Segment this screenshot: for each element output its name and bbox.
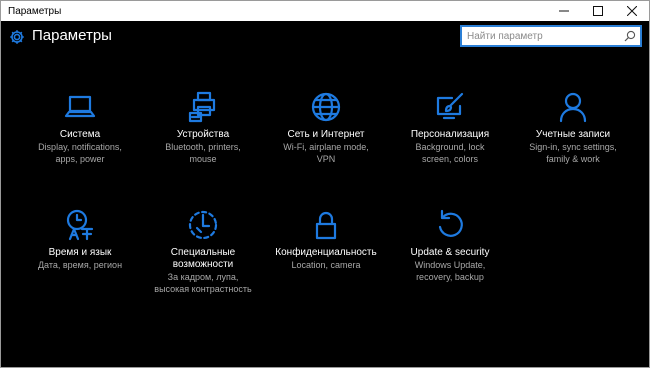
tile-label: возможности <box>172 259 234 270</box>
tile-description: Дата, время, регион <box>37 260 123 270</box>
minimize-button[interactable] <box>547 1 581 21</box>
tile-accounts[interactable]: Учетные записи Sign-in, sync settings, f… <box>508 89 638 165</box>
tile-personalization[interactable]: Персонализация Background, lock screen, … <box>385 89 515 165</box>
tile-label: Время и язык <box>48 247 112 258</box>
laptop-icon <box>64 95 96 118</box>
tile-time-language[interactable]: Время и язык Дата, время, регион <box>15 207 145 271</box>
tile-description: Location, camera <box>291 260 361 270</box>
ease-of-access-icon <box>188 210 218 240</box>
tile-description: Windows Update, <box>414 260 486 270</box>
tile-description: VPN <box>316 154 336 164</box>
gear-icon <box>10 30 24 44</box>
search-icon[interactable] <box>624 30 636 42</box>
tile-label: Учетные записи <box>535 129 611 140</box>
tile-label: Устройства <box>176 129 230 140</box>
page-title: Параметры <box>32 27 112 44</box>
app-header: Параметры <box>1 21 649 53</box>
tile-description: mouse <box>189 154 217 164</box>
tile-description: screen, colors <box>421 154 479 164</box>
tile-privacy[interactable]: Конфиденциальность Location, camera <box>261 207 391 271</box>
globe-icon <box>311 92 341 122</box>
window-title: Параметры <box>8 5 62 17</box>
settings-categories: Система Display, notifications, apps, po… <box>1 53 649 367</box>
tile-description: За кадром, лупа, <box>167 272 239 282</box>
tile-label: Update & security <box>410 247 490 258</box>
lock-icon <box>315 211 337 240</box>
search-input[interactable] <box>462 27 622 45</box>
maximize-icon <box>593 6 603 16</box>
tile-description: высокая контрастность <box>154 284 252 294</box>
update-arrow-icon <box>438 209 463 237</box>
tile-label: Конфиденциальность <box>275 247 377 258</box>
printer-keyboard-icon <box>188 91 216 123</box>
tile-description: Bluetooth, printers, <box>165 142 241 152</box>
title-bar: Параметры <box>1 1 649 21</box>
tile-ease-of-access[interactable]: Специальные возможности За кадром, лупа,… <box>138 207 268 295</box>
close-button[interactable] <box>615 1 649 21</box>
tile-devices[interactable]: Устройства Bluetooth, printers, mouse <box>138 89 268 165</box>
tile-label: Сеть и Интернет <box>287 129 365 140</box>
close-icon <box>627 6 637 16</box>
tile-description: Wi-Fi, airplane mode, <box>283 142 369 152</box>
tile-description: Sign-in, sync settings, <box>529 142 617 152</box>
tile-update-security[interactable]: Update & security Windows Update, recove… <box>385 207 515 283</box>
paintbrush-screen-icon <box>436 92 464 120</box>
tile-system[interactable]: Система Display, notifications, apps, po… <box>15 89 145 165</box>
minimize-icon <box>559 10 569 12</box>
tile-description: apps, power <box>55 154 105 164</box>
tile-description: family & work <box>546 154 600 164</box>
settings-window: Параметры Параметры Найти параметр Систе… <box>0 0 650 368</box>
tile-label: Персонализация <box>410 129 490 140</box>
search-box[interactable] <box>460 25 642 47</box>
tile-description: Background, lock <box>415 142 485 152</box>
tile-description: recovery, backup <box>416 272 484 282</box>
tile-label: Система <box>59 129 101 140</box>
maximize-button[interactable] <box>581 1 615 21</box>
tile-network[interactable]: Сеть и Интернет Wi-Fi, airplane mode, VP… <box>261 89 391 165</box>
tile-label: Специальные <box>170 247 236 258</box>
tile-description: Display, notifications, <box>38 142 122 152</box>
clock-language-icon <box>66 209 94 241</box>
person-icon <box>559 92 587 123</box>
